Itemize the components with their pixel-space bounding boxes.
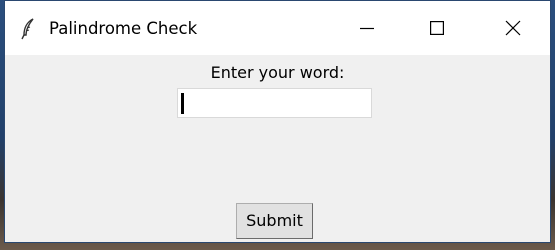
submit-button[interactable]: Submit: [236, 203, 313, 239]
maximize-button[interactable]: [402, 1, 472, 55]
maximize-icon: [430, 21, 444, 35]
palindrome-check-window: Palindrome Check Enter your word: Submit: [4, 0, 551, 243]
window-content: Enter your word: Submit: [5, 55, 550, 242]
title-bar[interactable]: Palindrome Check: [5, 1, 550, 55]
close-button[interactable]: [475, 1, 550, 55]
minimize-button[interactable]: [332, 1, 402, 55]
minimize-icon: [360, 27, 374, 30]
word-input[interactable]: [177, 88, 372, 118]
window-title: Palindrome Check: [49, 19, 198, 38]
text-caret: [181, 93, 184, 114]
word-prompt-label: Enter your word:: [210, 63, 345, 82]
feather-icon: [19, 18, 39, 40]
close-icon: [505, 20, 520, 36]
